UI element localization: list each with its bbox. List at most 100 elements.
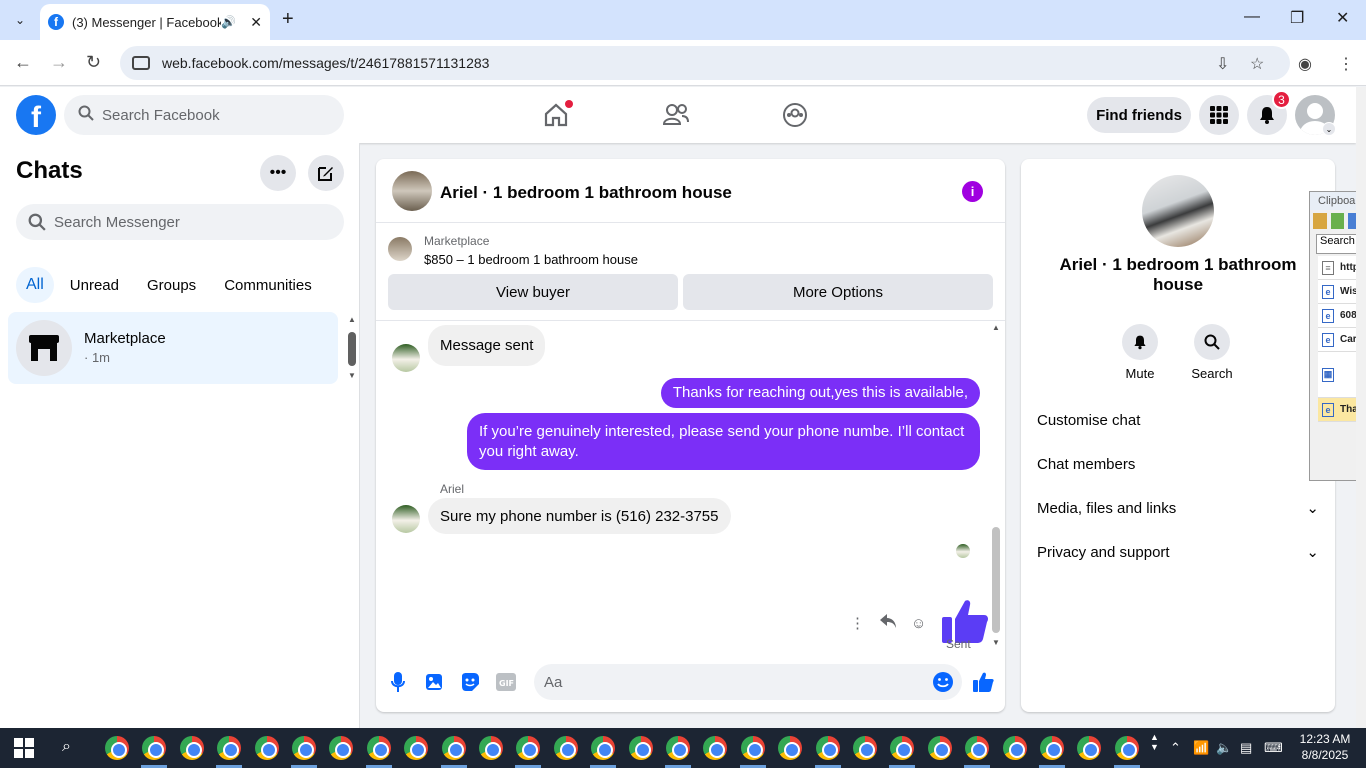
chrome-taskbar-icon[interactable]	[441, 736, 466, 760]
filter-communities[interactable]: Communities	[212, 267, 324, 303]
friends-nav-icon[interactable]	[660, 99, 692, 131]
windows-start-icon[interactable]	[14, 738, 34, 758]
back-icon[interactable]: ←	[14, 52, 32, 73]
chrome-taskbar-icon[interactable]	[815, 736, 840, 760]
photo-icon[interactable]	[423, 671, 445, 693]
gif-icon[interactable]: GIF	[495, 671, 517, 693]
volume-icon[interactable]: 🔈	[1216, 740, 1232, 756]
section-chat-members[interactable]: Chat members ⌄	[1037, 444, 1319, 484]
new-message-icon[interactable]	[308, 155, 344, 191]
conversation-title[interactable]: Ariel · 1 bedroom 1 bathroom house	[440, 183, 732, 203]
chrome-taskbar-icon[interactable]	[479, 736, 503, 760]
listing-thumbnail[interactable]	[388, 237, 412, 261]
chrome-taskbar-icon[interactable]	[254, 736, 279, 760]
site-info-icon[interactable]	[132, 56, 150, 70]
browser-tab[interactable]: f (3) Messenger | Facebook 🔊 ✕	[40, 4, 270, 40]
section-privacy-support[interactable]: Privacy and support ⌄	[1037, 532, 1319, 572]
chrome-taskbar-icon[interactable]	[142, 736, 167, 760]
chrome-taskbar-icon[interactable]	[703, 736, 728, 760]
show-hidden-icons[interactable]: ⌃	[1170, 740, 1181, 756]
chrome-taskbar-icon[interactable]	[927, 736, 952, 760]
facebook-search-input[interactable]: Search Facebook	[64, 95, 344, 135]
more-actions-icon[interactable]: ⋮	[850, 614, 865, 632]
chrome-taskbar-icon[interactable]	[1002, 736, 1027, 760]
groups-nav-icon[interactable]	[779, 99, 811, 131]
keyboard-icon[interactable]: ⌨	[1264, 740, 1283, 756]
tray-scroll-icon[interactable]: ▲ ▼	[1150, 732, 1159, 752]
chrome-taskbar-icon[interactable]	[292, 736, 316, 760]
install-app-icon[interactable]: ⇩	[1216, 54, 1229, 74]
browser-menu-icon[interactable]: ⋮	[1338, 54, 1354, 74]
conversation-avatar[interactable]	[392, 171, 432, 211]
speaker-icon[interactable]: 🔊	[221, 15, 236, 29]
chrome-taskbar-icon[interactable]	[1114, 736, 1139, 760]
emoji-icon[interactable]	[932, 671, 954, 693]
chrome-taskbar-icon[interactable]	[366, 736, 391, 760]
close-tab-icon[interactable]: ✕	[250, 14, 262, 31]
chrome-taskbar-icon[interactable]	[890, 736, 915, 760]
filter-all[interactable]: All	[16, 267, 54, 303]
like-icon[interactable]	[972, 671, 994, 693]
taskbar-search-icon[interactable]: ⌕	[62, 738, 71, 756]
voice-clip-icon[interactable]	[387, 671, 409, 693]
address-bar[interactable]: web.facebook.com/messages/t/246178815711…	[120, 46, 1290, 80]
chrome-taskbar-icon[interactable]	[1077, 736, 1102, 760]
notification-center-icon[interactable]: ▤	[1240, 740, 1252, 756]
message-bubble-incoming[interactable]: Message sent	[428, 325, 546, 366]
chrome-taskbar-icon[interactable]	[179, 736, 204, 760]
facebook-logo-icon[interactable]: f	[16, 95, 56, 135]
chrome-taskbar-icon[interactable]	[516, 736, 541, 760]
chrome-taskbar-icon[interactable]	[853, 736, 877, 760]
forward-icon[interactable]: →	[50, 52, 68, 73]
chrome-taskbar-icon[interactable]	[553, 736, 578, 760]
chrome-taskbar-icon[interactable]	[666, 736, 690, 760]
chat-list-item[interactable]: Marketplace · 1m	[8, 312, 338, 384]
chrome-taskbar-icon[interactable]	[591, 736, 616, 760]
tab-search-dropdown[interactable]: ⌄	[6, 6, 34, 34]
conversation-scrollbar[interactable]: ▲ ▼	[990, 323, 1002, 651]
chat-list-scrollbar[interactable]: ▲ ▼	[346, 315, 358, 383]
profile-icon[interactable]: ◉	[1298, 54, 1312, 74]
filter-unread[interactable]: Unread	[58, 267, 131, 303]
listing-title[interactable]: $850 – 1 bedroom 1 bathroom house	[424, 252, 638, 267]
listing-avatar[interactable]	[1142, 175, 1214, 247]
chrome-taskbar-icon[interactable]	[778, 736, 803, 760]
chrome-taskbar-icon[interactable]	[628, 736, 653, 760]
bookmark-star-icon[interactable]: ☆	[1250, 54, 1264, 74]
message-bubble-outgoing[interactable]: If you’re genuinely interested, please s…	[467, 413, 980, 470]
chrome-taskbar-icon[interactable]	[965, 736, 990, 760]
chrome-taskbar-icon[interactable]	[329, 736, 354, 760]
network-icon[interactable]: 📶	[1193, 740, 1209, 756]
page-scrollbar[interactable]	[1356, 87, 1366, 728]
view-buyer-button[interactable]: View buyer	[388, 274, 678, 310]
message-bubble-outgoing[interactable]: Thanks for reaching out,yes this is avai…	[660, 378, 980, 408]
chrome-taskbar-icon[interactable]	[217, 736, 242, 760]
close-window-icon[interactable]: ✕	[1336, 8, 1349, 28]
new-tab-button[interactable]: +	[282, 8, 294, 31]
clipboard-search-input[interactable]: Search (C	[1316, 234, 1359, 254]
star-icon[interactable]	[1330, 213, 1345, 229]
chrome-taskbar-icon[interactable]	[105, 736, 129, 760]
taskbar-clock[interactable]: 12:23 AM 8/8/2025	[1290, 731, 1360, 763]
messenger-search-input[interactable]: Search Messenger	[16, 204, 344, 240]
minimize-icon[interactable]: —	[1244, 8, 1260, 26]
chrome-taskbar-icon[interactable]	[1040, 736, 1064, 760]
mute-button[interactable]: Mute	[1110, 324, 1170, 381]
menu-grid-icon[interactable]	[1199, 95, 1239, 135]
section-customise-chat[interactable]: Customise chat ⌄	[1037, 400, 1319, 440]
find-friends-button[interactable]: Find friends	[1087, 97, 1191, 133]
info-icon[interactable]: i	[962, 181, 983, 202]
filter-groups[interactable]: Groups	[135, 267, 208, 303]
reload-icon[interactable]: ↻	[86, 52, 101, 73]
sticker-icon[interactable]	[459, 671, 481, 693]
search-conversation-button[interactable]: Search	[1182, 324, 1242, 381]
chat-options-icon[interactable]: •••	[260, 155, 296, 191]
account-chevron-icon[interactable]: ⌄	[1322, 122, 1336, 136]
restore-icon[interactable]: ❐	[1290, 8, 1304, 28]
chrome-taskbar-icon[interactable]	[740, 736, 765, 760]
chrome-taskbar-icon[interactable]	[404, 736, 429, 760]
folder-icon[interactable]	[1313, 213, 1327, 229]
react-emoji-icon[interactable]: ☺	[911, 615, 926, 632]
sender-avatar[interactable]	[392, 344, 420, 372]
message-input[interactable]: Aa	[534, 664, 962, 700]
